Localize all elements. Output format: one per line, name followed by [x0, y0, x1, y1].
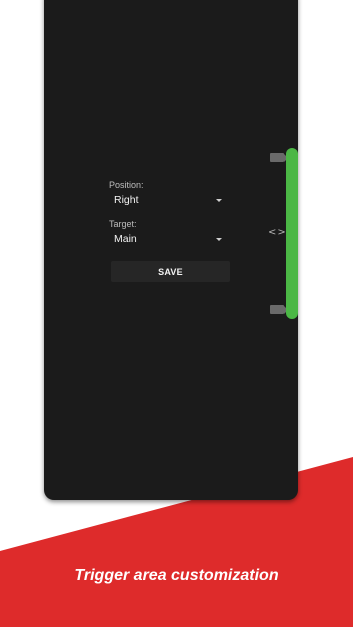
banner-caption: Trigger area customization: [74, 567, 279, 584]
trigger-area-bar[interactable]: [286, 148, 298, 319]
chevrons-left-right-icon[interactable]: <>: [268, 227, 287, 238]
position-field[interactable]: Position: Right: [109, 180, 224, 207]
target-value: Main: [114, 233, 137, 245]
position-value: Right: [114, 194, 139, 206]
position-label: Position:: [109, 180, 144, 190]
target-label: Target:: [109, 219, 137, 229]
position-dropdown[interactable]: Right: [109, 193, 224, 207]
target-field[interactable]: Target: Main: [109, 219, 224, 246]
target-dropdown[interactable]: Main: [109, 232, 224, 246]
dropdown-caret-icon: [216, 237, 222, 241]
save-button[interactable]: SAVE: [111, 261, 230, 282]
bottom-resize-handle-icon[interactable]: [270, 305, 288, 314]
top-resize-handle-icon[interactable]: [270, 153, 288, 162]
dropdown-caret-icon: [216, 198, 222, 202]
phone-screen: Position: Right Target: Main SAVE <>: [44, 0, 298, 500]
